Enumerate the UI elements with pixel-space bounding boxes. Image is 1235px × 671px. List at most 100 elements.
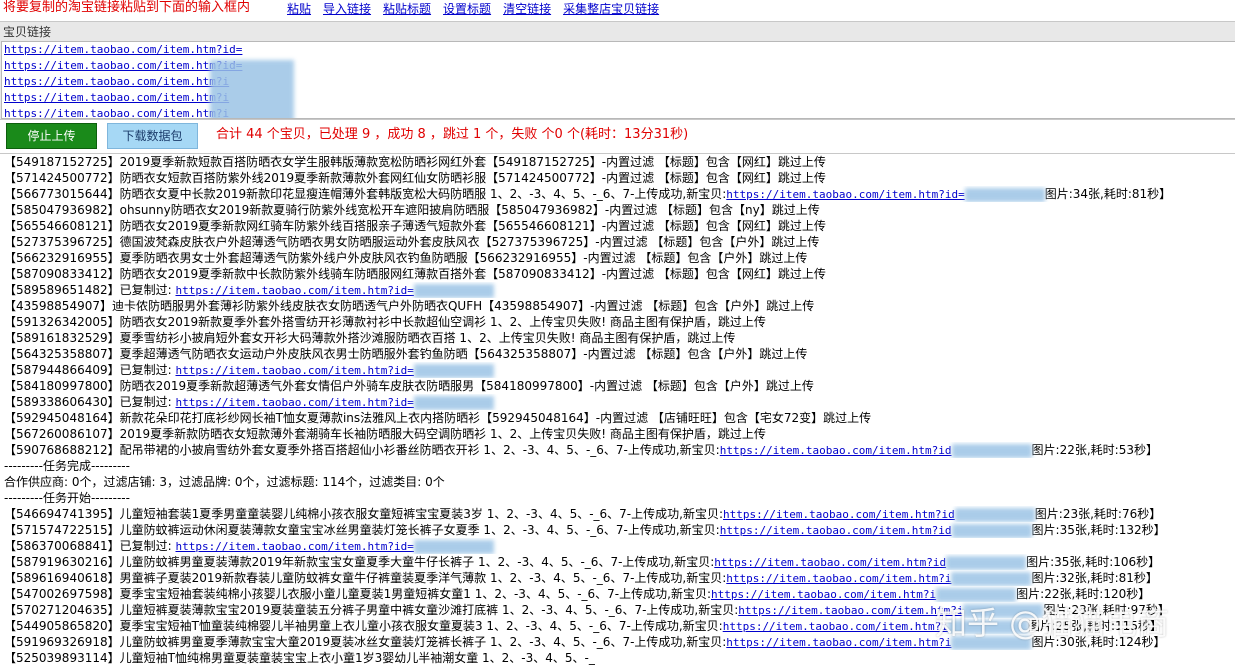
link-input-line[interactable]: https://item.taobao.com/item.htm?id= bbox=[2, 42, 1235, 58]
log-line: 【549187152725】2019夏季新款短款百搭防晒衣女学生服韩版薄款宽松防… bbox=[0, 154, 1235, 170]
log-text: 合作供应商: 0个，过滤店铺: 3，过滤品牌: 0个，过滤标题: 114个，过滤… bbox=[4, 475, 445, 489]
log-line: 【589338606430】已复制过: https://item.taobao.… bbox=[0, 394, 1235, 410]
redaction-blur bbox=[951, 523, 1032, 538]
stop-upload-button[interactable]: 停止上传 bbox=[6, 123, 97, 149]
log-text: 【589589651482】已复制过: bbox=[4, 283, 176, 297]
link-input-line[interactable]: https://item.taobao.com/item.htm?i bbox=[2, 106, 1235, 118]
log-link[interactable]: https://item.taobao.com/item.htm?id= bbox=[726, 188, 964, 201]
log-link[interactable]: https://item.taobao.com/item.htm?id bbox=[714, 556, 946, 569]
log-link[interactable]: https://item.taobao.com/item.htm?id= bbox=[175, 540, 413, 553]
log-text: 【567260086107】2019夏季新款防晒衣女短款薄外套潮骑车长袖防晒服大… bbox=[4, 427, 766, 441]
log-link[interactable]: https://item.taobao.com/item.htm?id= bbox=[175, 284, 413, 297]
import-links-link[interactable]: 导入链接 bbox=[323, 2, 371, 16]
log-link[interactable]: https://item.taobao.com/item.htm?id bbox=[720, 444, 952, 457]
log-link[interactable]: https://item.taobao.com/item.htm?id bbox=[723, 508, 955, 521]
log-line: 【566232916955】夏季防晒衣男女士外套超薄透气防紫外线户外皮肤风衣钓鱼… bbox=[0, 250, 1235, 266]
log-link[interactable]: https://item.taobao.com/item.htm?i bbox=[726, 636, 951, 649]
log-text: 【43598854907】迪卡侬防晒服男外套薄衫防紫外线皮肤衣女防晒透气户外防晒… bbox=[4, 299, 815, 313]
redaction-blur bbox=[951, 571, 1032, 586]
log-line: 【584180997800】防晒衣2019夏季新款超薄透气外套女情侣户外骑车皮肤… bbox=[0, 378, 1235, 394]
log-link[interactable]: https://item.taobao.com/item.htm?i bbox=[711, 588, 936, 601]
log-text: 【591326342005】防晒衣女2019新款夏季外套外搭雪纺开衫薄款衬衫中长… bbox=[4, 315, 766, 329]
log-line: 【592945048164】新款花朵印花打底衫纱网长袖T恤女夏薄款ins法雅风上… bbox=[0, 410, 1235, 426]
log-line: 合作供应商: 0个，过滤店铺: 3，过滤品牌: 0个，过滤标题: 114个，过滤… bbox=[0, 474, 1235, 490]
log-link[interactable]: https://item.taobao.com/item.htm?i bbox=[726, 572, 951, 585]
log-text: 【587919630216】儿童防蚊裤男童夏装薄款2019年新款宝宝女童夏季大童… bbox=[4, 555, 715, 569]
log-text: 【586370068841】已复制过: bbox=[4, 539, 176, 553]
log-line: 【43598854907】迪卡侬防晒服男外套薄衫防紫外线皮肤衣女防晒透气户外防晒… bbox=[0, 298, 1235, 314]
redaction-blur bbox=[413, 363, 494, 378]
log-line: 【547002697598】夏季宝宝短袖套装纯棉小孩婴儿衣服小童儿童夏装1男童短… bbox=[0, 586, 1235, 602]
log-line: 【571574722515】儿童防蚊裤运动休闲夏装薄款女童宝宝冰丝男童装灯笼长裤… bbox=[0, 522, 1235, 538]
paste-title-link[interactable]: 粘贴标题 bbox=[383, 2, 431, 16]
log-line: 【587944866409】已复制过: https://item.taobao.… bbox=[0, 362, 1235, 378]
log-tail: 图片:35张,耗时:106秒】 bbox=[1026, 555, 1161, 569]
log-line: ---------任务开始--------- bbox=[0, 490, 1235, 506]
log-line: 【565546608121】防晒衣女2019夏季新款网红骑车防紫外线百搭服亲子薄… bbox=[0, 218, 1235, 234]
log-link[interactable]: https://item.taobao.com/item.htm?i bbox=[738, 604, 963, 617]
log-text: 【585047936982】ohsunny防晒衣女2019新款夏骑行防紫外线宽松… bbox=[4, 203, 820, 217]
paste-hint: 将要复制的淘宝链接粘贴到下面的输入框内 bbox=[3, 0, 251, 15]
log-line: 【591326342005】防晒衣女2019新款夏季外套外搭雪纺开衫薄款衬衫中长… bbox=[0, 314, 1235, 330]
log-text: 【584180997800】防晒衣2019夏季新款超薄透气外套女情侣户外骑车皮肤… bbox=[4, 379, 814, 393]
controls-bar: 停止上传 下载数据包 合计 44 个宝贝，已处理 9 ，成功 8 ，跳过 1 个… bbox=[0, 119, 1235, 152]
log-line: 【589589651482】已复制过: https://item.taobao.… bbox=[0, 282, 1235, 298]
log-line: 【566773015644】防晒衣女夏中长款2019新款印花显瘦连帽薄外套韩版宽… bbox=[0, 186, 1235, 202]
log-tail: 图片:23张,耗时:76秒】 bbox=[1034, 507, 1162, 521]
log-tail: 图片:32张,耗时:81秒】 bbox=[1031, 571, 1158, 585]
log-output[interactable]: 【549187152725】2019夏季新款短款百搭防晒衣女学生服韩版薄款宽松防… bbox=[0, 153, 1235, 671]
log-tail: 图片:34张,耗时:81秒】 bbox=[1044, 187, 1172, 201]
redaction-blur bbox=[210, 60, 294, 118]
log-tail: 图片:22张,耗时:53秒】 bbox=[1031, 443, 1158, 457]
log-text: 【549187152725】2019夏季新款短款百搭防晒衣女学生服韩版薄款宽松防… bbox=[4, 155, 826, 169]
log-text: 【570271204635】儿童短裤夏装薄款宝宝2019夏装童装五分裤子男童中裤… bbox=[4, 603, 739, 617]
log-text: 【589161832529】夏季雪纺衫小披肩短外套女开衫大码薄款外搭沙滩服防晒衣… bbox=[4, 331, 736, 345]
link-input-line[interactable]: https://item.taobao.com/item.htm?i bbox=[2, 74, 1235, 90]
log-line: 【525039893114】儿童短袖T恤纯棉男童夏装童装宝宝上衣小童1岁3婴幼儿… bbox=[0, 650, 1235, 666]
log-text: ---------任务开始--------- bbox=[4, 491, 130, 505]
log-line: 【586370068841】已复制过: https://item.taobao.… bbox=[0, 538, 1235, 554]
log-text: 【591969326918】儿童防蚊裤男童夏季薄款宝宝大童2019夏装冰丝女童装… bbox=[4, 635, 727, 649]
link-input-line[interactable]: https://item.taobao.com/item.htm?id= bbox=[2, 58, 1235, 74]
paste-link[interactable]: 粘贴 bbox=[287, 2, 311, 16]
link-panel-label: 宝贝链接 bbox=[3, 25, 52, 39]
log-text: 【527375396725】德国波梵森皮肤衣户外超薄透气防晒衣男女防晒服运动外套… bbox=[4, 235, 820, 249]
link-input-line[interactable]: https://item.taobao.com/item.htm?i bbox=[2, 90, 1235, 106]
log-line: 【590768688212】配吊带裙的小披肩雪纺外套女夏季外搭百搭超仙小衫番丝防… bbox=[0, 442, 1235, 458]
log-text: 【566773015644】防晒衣女夏中长款2019新款印花显瘦连帽薄外套韩版宽… bbox=[4, 187, 727, 201]
redaction-blur bbox=[413, 395, 494, 410]
redaction-blur bbox=[954, 507, 1035, 522]
log-text: 【525039893114】儿童短袖T恤纯棉男童夏装童装宝宝上衣小童1岁3婴幼儿… bbox=[4, 651, 595, 665]
log-text: 【571424500772】防晒衣女短款百搭防紫外线2019夏季新款薄款外套网红… bbox=[4, 171, 826, 185]
log-line: 【589161832529】夏季雪纺衫小披肩短外套女开衫大码薄款外搭沙滩服防晒衣… bbox=[0, 330, 1235, 346]
redaction-blur bbox=[946, 555, 1027, 570]
log-text: ---------任务完成--------- bbox=[4, 459, 130, 473]
log-text: 【546694741395】儿童短袖套装1夏季男童童装婴儿纯棉小孩衣服女童短裤宝… bbox=[4, 507, 723, 521]
log-text: 【592945048164】新款花朵印花打底衫纱网长袖T恤女夏薄款ins法雅风上… bbox=[4, 411, 872, 425]
set-title-link[interactable]: 设置标题 bbox=[443, 2, 491, 16]
log-text: 【587090833412】防晒衣女2019夏季新款中长款防紫外线骑车防晒服网红… bbox=[4, 267, 826, 281]
log-text: 【590768688212】配吊带裙的小披肩雪纺外套女夏季外搭百搭超仙小衫番丝防… bbox=[4, 443, 720, 457]
log-text: 【565546608121】防晒衣女2019夏季新款网红骑车防紫外线百搭服亲子薄… bbox=[4, 219, 826, 233]
log-tail: 图片:35张,耗时:132秒】 bbox=[1031, 523, 1166, 537]
log-link[interactable]: https://item.taobao.com/item.htm?id= bbox=[175, 364, 413, 377]
toolbar: 将要复制的淘宝链接粘贴到下面的输入框内 粘贴 导入链接 粘贴标题 设置标题 清空链接 采集… bbox=[0, 0, 1235, 20]
log-line: 【589616940618】男童裤子夏装2019新款春装儿童防蚊裤女童牛仔裤童装… bbox=[0, 570, 1235, 586]
log-link[interactable]: https://item.taobao.com/item.htm?i bbox=[723, 620, 948, 633]
log-link[interactable]: https://item.taobao.com/item.htm?id bbox=[720, 524, 952, 537]
log-line: 【527375396725】德国波梵森皮肤衣户外超薄透气防晒衣男女防晒服运动外套… bbox=[0, 234, 1235, 250]
redaction-blur bbox=[413, 539, 494, 554]
toolbar-links: 粘贴 导入链接 粘贴标题 设置标题 清空链接 采集整店宝贝链接 bbox=[287, 1, 671, 17]
log-line: 【564325358807】夏季超薄透气防晒衣女运动户外皮肤风衣男士防晒服外套钓… bbox=[0, 346, 1235, 362]
log-text: 【587944866409】已复制过: bbox=[4, 363, 176, 377]
log-line: 【585047936982】ohsunny防晒衣女2019新款夏骑行防紫外线宽松… bbox=[0, 202, 1235, 218]
log-tail: 图片:22张,耗时:120秒】 bbox=[1016, 587, 1151, 601]
log-line: 【587090833412】防晒衣女2019夏季新款中长款防紫外线骑车防晒服网红… bbox=[0, 266, 1235, 282]
redaction-blur bbox=[413, 283, 494, 298]
download-package-button[interactable]: 下载数据包 bbox=[107, 123, 198, 149]
log-line: 【571424500772】防晒衣女短款百搭防紫外线2019夏季新款薄款外套网红… bbox=[0, 170, 1235, 186]
link-input-box[interactable]: https://item.taobao.com/item.htm?id= htt… bbox=[1, 41, 1235, 119]
clear-links-link[interactable]: 清空链接 bbox=[503, 2, 551, 16]
log-link[interactable]: https://item.taobao.com/item.htm?id= bbox=[175, 396, 413, 409]
collect-shop-links-link[interactable]: 采集整店宝贝链接 bbox=[563, 2, 659, 16]
